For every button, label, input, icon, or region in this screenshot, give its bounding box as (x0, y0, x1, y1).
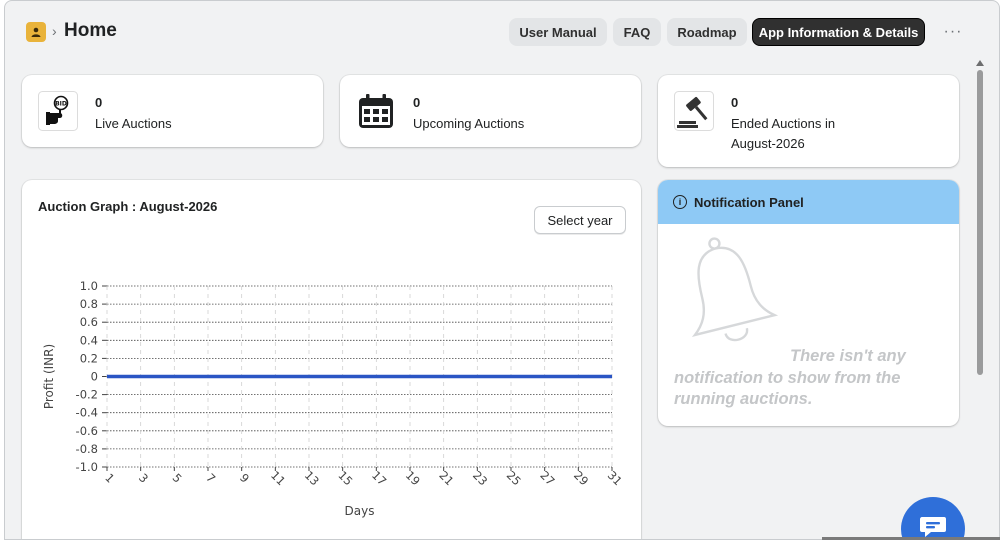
ended-auctions-label-line1: Ended Auctions in (731, 116, 836, 131)
upcoming-auctions-card: 0 Upcoming Auctions (340, 75, 641, 147)
bell-icon (691, 237, 779, 342)
gavel-icon (674, 91, 714, 131)
roadmap-button[interactable]: Roadmap (667, 18, 747, 46)
y-tick-label: 0 (91, 370, 98, 384)
x-tick-label: 7 (203, 471, 218, 486)
x-tick-label: 11 (268, 468, 288, 488)
x-axis-title: Days (345, 504, 375, 518)
x-tick-label: 15 (335, 468, 355, 488)
upcoming-auctions-label: Upcoming Auctions (413, 116, 525, 131)
auction-graph-card: Auction Graph : August-2026 Select year … (22, 180, 641, 539)
x-tick-label: 27 (537, 468, 557, 488)
chat-icon (920, 517, 946, 537)
x-tick-label: 31 (605, 468, 625, 488)
x-tick-label: 3 (136, 471, 151, 486)
ended-auctions-label: Ended Auctions in August-2026 (731, 114, 835, 154)
x-tick-label: 17 (369, 468, 389, 488)
y-tick-label: 0.8 (80, 297, 98, 311)
page-header: › Home User Manual FAQ Roadmap App Infor… (5, 1, 999, 61)
ended-auctions-count: 0 (731, 95, 739, 110)
y-tick-label: 0.2 (80, 351, 98, 365)
ended-auctions-label-line2: August-2026 (731, 136, 805, 151)
ended-auctions-card: 0 Ended Auctions in August-2026 (658, 75, 959, 167)
app-information-button[interactable]: App Information & Details (752, 18, 925, 46)
x-tick-label: 19 (403, 468, 423, 488)
y-tick-label: -0.8 (76, 442, 98, 456)
bid-hand-icon: BID (38, 91, 78, 131)
calendar-icon (356, 91, 396, 131)
chat-button[interactable] (901, 497, 965, 539)
faq-button[interactable]: FAQ (613, 18, 661, 46)
y-tick-label: 0.6 (80, 315, 98, 329)
app-frame: › Home User Manual FAQ Roadmap App Infor… (4, 0, 1000, 540)
x-tick-label: 29 (571, 468, 591, 488)
y-tick-label: 1.0 (80, 279, 98, 293)
y-tick-label: -0.6 (76, 424, 98, 438)
y-tick-label: 0.4 (80, 333, 98, 347)
y-tick-label: -1.0 (76, 460, 98, 474)
x-tick-label: 9 (237, 471, 252, 486)
notification-panel-header: i Notification Panel (658, 180, 959, 224)
notification-panel-title: Notification Panel (694, 195, 804, 210)
breadcrumb-separator: › (52, 23, 57, 39)
page-title: Home (64, 20, 117, 41)
x-tick-label: 21 (436, 468, 456, 488)
x-tick-label: 5 (170, 471, 185, 486)
upcoming-auctions-count: 0 (413, 95, 421, 110)
auction-line-chart: 1.00.80.60.40.20-0.2-0.4-0.6-0.8-1.01 3 5 7… (42, 279, 625, 518)
notification-panel: i Notification Panel There isn't any not… (658, 180, 959, 426)
x-tick-label: 23 (470, 468, 490, 488)
info-icon: i (673, 195, 687, 209)
user-manual-button[interactable]: User Manual (509, 18, 607, 46)
more-actions-button[interactable]: ··· (940, 18, 966, 46)
notification-empty-text: There isn't any notification to show fro… (674, 347, 906, 408)
y-tick-label: -0.2 (76, 388, 98, 402)
x-tick-label: 1 (102, 471, 117, 486)
live-auctions-label: Live Auctions (95, 116, 172, 131)
more-icon: ··· (943, 23, 963, 40)
scrollbar-thumb[interactable] (977, 70, 983, 375)
live-auctions-card: BID 0 Live Auctions (22, 75, 323, 147)
x-tick-label: 25 (504, 468, 524, 488)
svg-text:BID: BID (55, 101, 67, 108)
x-tick-label: 13 (302, 468, 322, 488)
scroll-up-arrow-icon[interactable] (976, 60, 984, 66)
live-auctions-count: 0 (95, 95, 103, 110)
y-axis-title: Profit (INR) (42, 344, 56, 409)
y-tick-label: -0.4 (76, 406, 98, 420)
app-logo-icon[interactable] (26, 22, 46, 42)
